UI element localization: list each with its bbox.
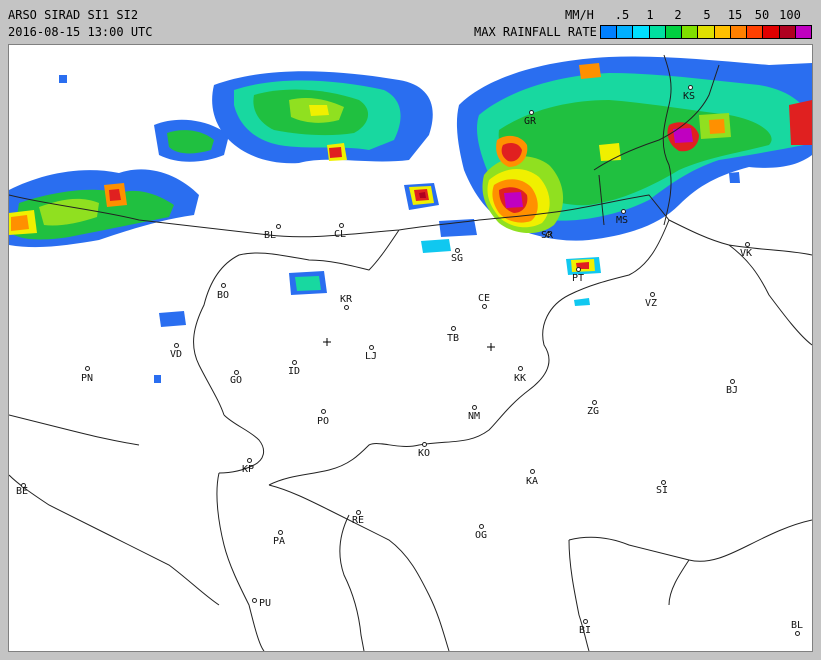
city-label: OG xyxy=(475,530,488,541)
radar-map[interactable]: BL CL GR MS VK BO KR CE VZ VD LJ TB PN G… xyxy=(8,44,813,652)
city-label: VZ xyxy=(645,298,658,309)
city-label: BJ xyxy=(726,385,739,396)
city-dot xyxy=(472,405,477,410)
city-label: PA xyxy=(273,536,286,547)
city-label: BL xyxy=(264,230,277,241)
scale-swatch xyxy=(795,26,812,38)
scale-tick: 15 xyxy=(727,8,743,22)
city-dot xyxy=(339,223,344,228)
timestamp: 2016-08-15 13:00 UTC xyxy=(8,25,153,39)
header-bar: ARSO SIRAD SI1 SI2 2016-08-15 13:00 UTC … xyxy=(0,0,821,46)
city-label: MS xyxy=(616,215,629,226)
scale-tick: .5 xyxy=(614,8,630,22)
scale-swatch xyxy=(747,26,764,38)
city-dot xyxy=(479,524,484,529)
city-label: KS xyxy=(683,91,696,102)
city-dot xyxy=(369,345,374,350)
city-label: SI xyxy=(656,485,669,496)
city-label: GR xyxy=(524,116,537,127)
city-dot xyxy=(252,598,257,603)
city-label: BI xyxy=(579,625,592,636)
city-dot xyxy=(344,305,349,310)
city-label: GO xyxy=(230,375,243,386)
city-dot xyxy=(292,360,297,365)
map-svg xyxy=(9,54,812,651)
city-dot xyxy=(451,326,456,331)
scale-tick: 50 xyxy=(754,8,770,22)
legend-label: MAX RAINFALL RATE xyxy=(474,25,597,39)
city-dot xyxy=(583,619,588,624)
city-dot xyxy=(688,85,693,90)
color-scale-bar xyxy=(600,25,812,39)
scale-swatch xyxy=(665,26,683,38)
city-label: VD xyxy=(170,349,183,360)
city-dot xyxy=(482,304,487,309)
city-label: RE xyxy=(352,515,365,526)
city-dot xyxy=(576,267,581,272)
city-label: PO xyxy=(317,416,330,427)
scale-tick: 1 xyxy=(646,8,654,22)
city-dot xyxy=(730,379,735,384)
city-label: CL xyxy=(334,229,347,240)
scale-swatch xyxy=(763,26,780,38)
city-label: CE xyxy=(478,293,491,304)
city-label: PU xyxy=(259,598,272,609)
city-dot xyxy=(422,442,427,447)
scale-tick: 5 xyxy=(703,8,711,22)
city-dot xyxy=(745,242,750,247)
city-label: KK xyxy=(514,373,527,384)
city-label: ID xyxy=(288,366,301,377)
city-label: SG xyxy=(451,253,464,264)
city-dot xyxy=(278,530,283,535)
scale-swatch xyxy=(714,26,731,38)
city-label: BL xyxy=(791,620,804,631)
city-label: KP xyxy=(242,464,255,475)
city-dot xyxy=(174,343,179,348)
scale-swatch xyxy=(779,26,796,38)
city-dot xyxy=(321,409,326,414)
scale-ticks: .5 1 2 5 15 50 100 xyxy=(600,8,812,22)
city-label: BO xyxy=(217,290,230,301)
scale-swatch xyxy=(649,26,666,38)
city-dot xyxy=(650,292,655,297)
city-dot xyxy=(530,469,535,474)
city-label: PN xyxy=(81,373,94,384)
city-label: KO xyxy=(418,448,431,459)
city-dot xyxy=(85,366,90,371)
scale-swatch xyxy=(633,26,650,38)
unit-label: MM/H xyxy=(565,8,594,22)
city-label: KR xyxy=(340,294,353,305)
city-label: SR xyxy=(541,230,554,241)
city-label: TB xyxy=(447,333,460,344)
city-label: PT xyxy=(572,273,585,284)
precip-layer xyxy=(9,56,812,383)
city-dot xyxy=(592,400,597,405)
city-dot xyxy=(518,366,523,371)
scale-swatch xyxy=(698,26,715,38)
city-label: NM xyxy=(468,411,481,422)
city-dot xyxy=(221,283,226,288)
city-label: LJ xyxy=(365,351,378,362)
city-label: BE xyxy=(16,486,29,497)
city-dot xyxy=(247,458,252,463)
scale-swatch xyxy=(601,26,618,38)
scale-tick: 2 xyxy=(674,8,682,22)
city-dot xyxy=(795,631,800,636)
city-dot xyxy=(621,209,626,214)
radar-site-markers xyxy=(323,338,495,351)
city-label: ZG xyxy=(587,406,600,417)
city-label: VK xyxy=(740,248,753,259)
city-dot xyxy=(529,110,534,115)
product-title: ARSO SIRAD SI1 SI2 xyxy=(8,8,139,22)
scale-tick: 100 xyxy=(779,8,801,22)
city-dot xyxy=(276,224,281,229)
scale-swatch xyxy=(730,26,748,38)
scale-swatch xyxy=(682,26,699,38)
scale-swatch xyxy=(617,26,634,38)
city-label: KA xyxy=(526,476,539,487)
